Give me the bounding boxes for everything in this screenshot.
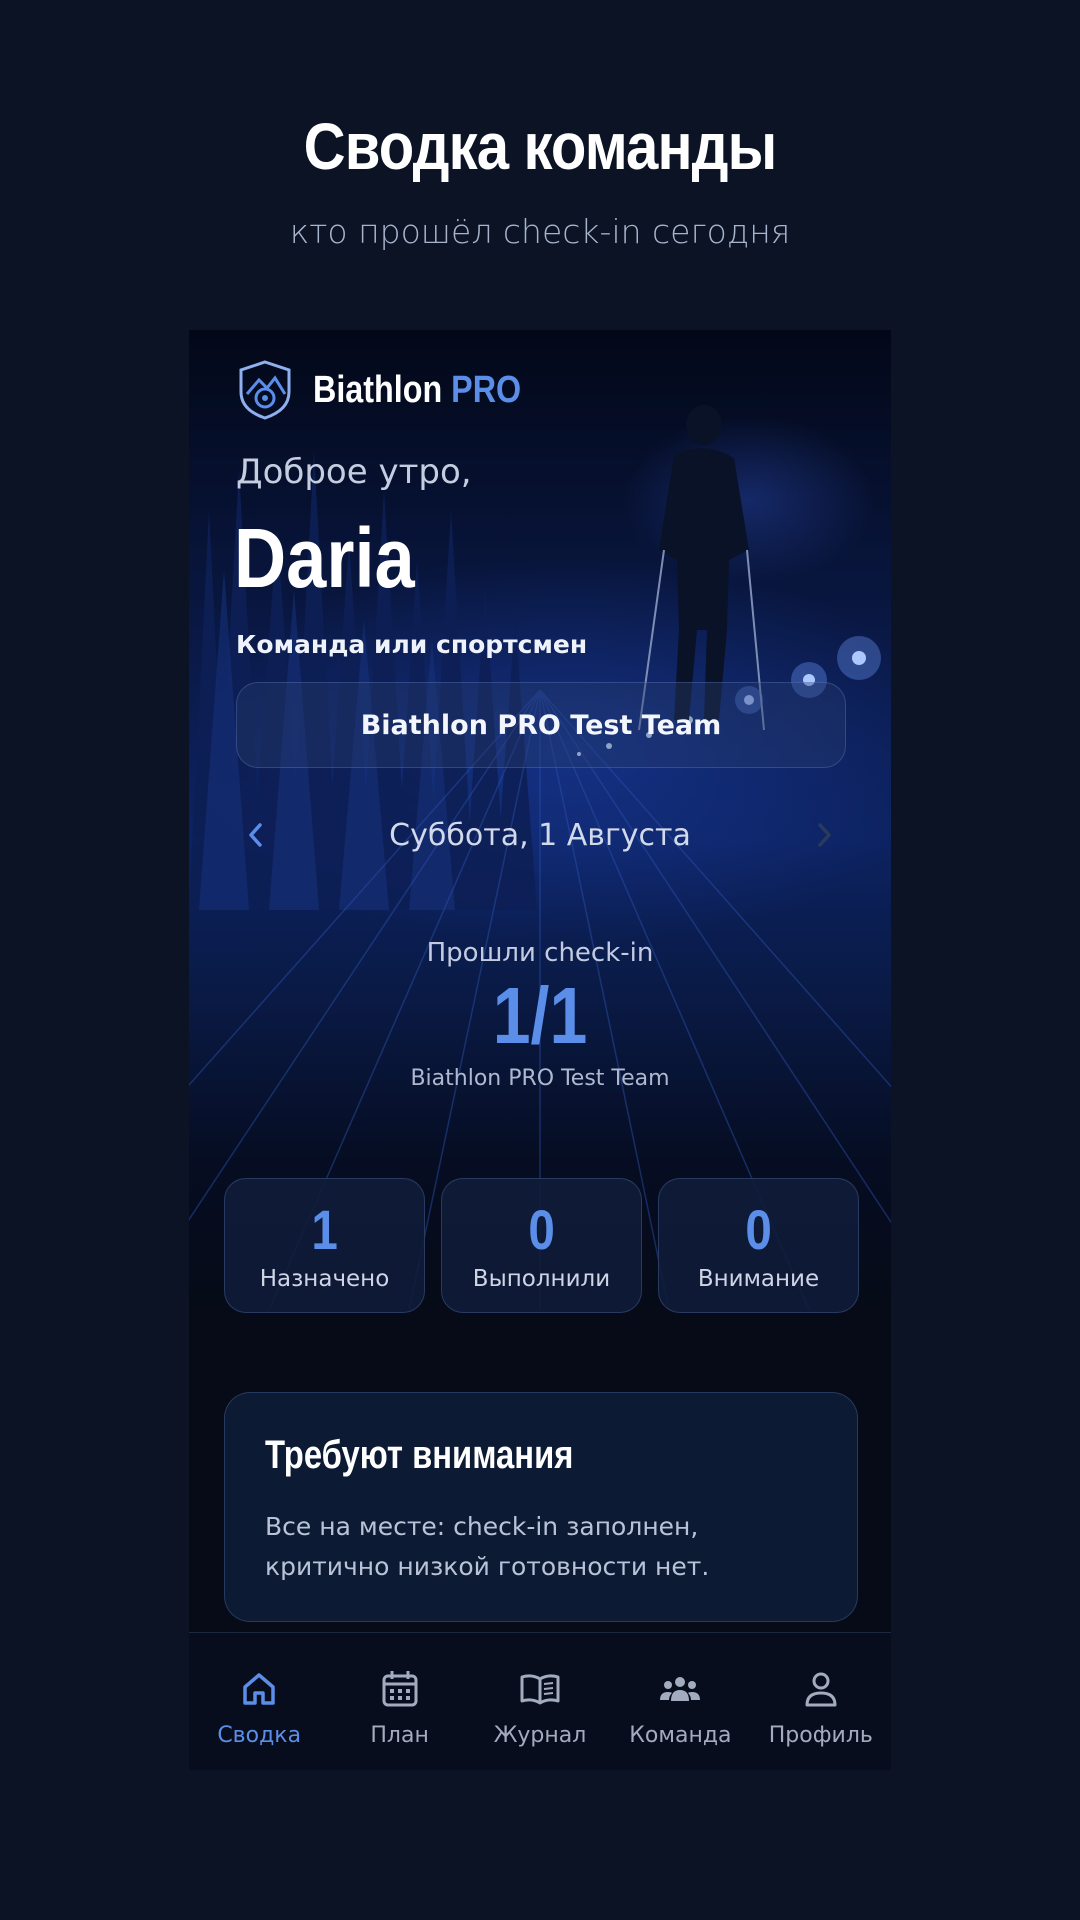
stat-value: 0 bbox=[745, 1197, 772, 1261]
checkin-label: Прошли check-in bbox=[426, 938, 654, 968]
nav-item-journal[interactable]: Журнал bbox=[470, 1633, 610, 1770]
stats-row: 1 Назначено 0 Выполнили 0 Внимание bbox=[224, 1178, 859, 1313]
stat-assigned[interactable]: 1 Назначено bbox=[224, 1178, 425, 1313]
attention-title: Требуют внимания bbox=[265, 1433, 574, 1477]
bottom-navigation: Сводка План Журнал Команда Профиль bbox=[189, 1632, 891, 1770]
checkin-summary: Прошли check-in 1/1 Biathlon PRO Test Te… bbox=[189, 938, 891, 1091]
brand-name-accent: PRO bbox=[451, 368, 522, 411]
checkin-team: Biathlon PRO Test Team bbox=[410, 1066, 670, 1091]
attention-text: Все на месте: check-in заполнен, критичн… bbox=[265, 1512, 710, 1581]
page-subtitle: кто прошёл check-in сегодня bbox=[289, 212, 791, 251]
greeting: Доброе утро, bbox=[236, 452, 472, 492]
chevron-left-icon bbox=[249, 823, 262, 847]
nav-item-plan[interactable]: План bbox=[329, 1633, 469, 1770]
team-selector-value: Biathlon PRO Test Team bbox=[360, 709, 722, 741]
nav-label: Профиль bbox=[768, 1723, 873, 1748]
profile-icon bbox=[805, 1672, 837, 1707]
team-selector[interactable]: Biathlon PRO Test Team bbox=[236, 682, 846, 768]
phone-screen: Biathlon PRO Доброе утро, Daria Команда … bbox=[189, 330, 891, 1770]
stat-completed[interactable]: 0 Выполнили bbox=[441, 1178, 642, 1313]
brand-logo: Biathlon PRO bbox=[239, 360, 558, 420]
checkin-value: 1/1 bbox=[492, 971, 588, 1060]
nav-item-summary[interactable]: Сводка bbox=[189, 1633, 329, 1770]
home-icon bbox=[243, 1673, 275, 1705]
chevron-right-icon bbox=[818, 823, 831, 847]
nav-item-profile[interactable]: Профиль bbox=[751, 1633, 891, 1770]
stat-value: 1 bbox=[311, 1197, 338, 1261]
brand-name: Biathlon PRO bbox=[313, 369, 521, 412]
team-icon bbox=[660, 1677, 701, 1701]
stat-label: Внимание bbox=[697, 1265, 820, 1292]
stat-value: 0 bbox=[528, 1197, 555, 1261]
stat-attention[interactable]: 0 Внимание bbox=[658, 1178, 859, 1313]
username: Daria bbox=[234, 511, 415, 605]
page-title: Сводка команды bbox=[303, 109, 778, 183]
attention-card: Требуют внимания Все на месте: check-in … bbox=[224, 1392, 858, 1622]
nav-label: Журнал bbox=[493, 1723, 587, 1748]
date-navigator: Суббота, 1 Августа bbox=[236, 800, 844, 870]
previous-day-button[interactable] bbox=[236, 815, 276, 855]
team-selector-label: Команда или спортсмен bbox=[236, 630, 588, 659]
next-day-button[interactable] bbox=[804, 815, 844, 855]
current-date: Суббота, 1 Августа bbox=[389, 817, 691, 853]
stat-label: Выполнили bbox=[472, 1265, 611, 1292]
nav-label: План bbox=[370, 1723, 429, 1748]
book-icon bbox=[520, 1674, 560, 1705]
shield-logo-icon bbox=[239, 360, 291, 420]
stat-label: Назначено bbox=[259, 1265, 390, 1292]
nav-item-team[interactable]: Команда bbox=[610, 1633, 750, 1770]
nav-label: Команда bbox=[629, 1723, 732, 1748]
calendar-icon bbox=[382, 1671, 418, 1707]
nav-label: Сводка bbox=[217, 1723, 302, 1748]
brand-name-main: Biathlon bbox=[313, 368, 443, 411]
